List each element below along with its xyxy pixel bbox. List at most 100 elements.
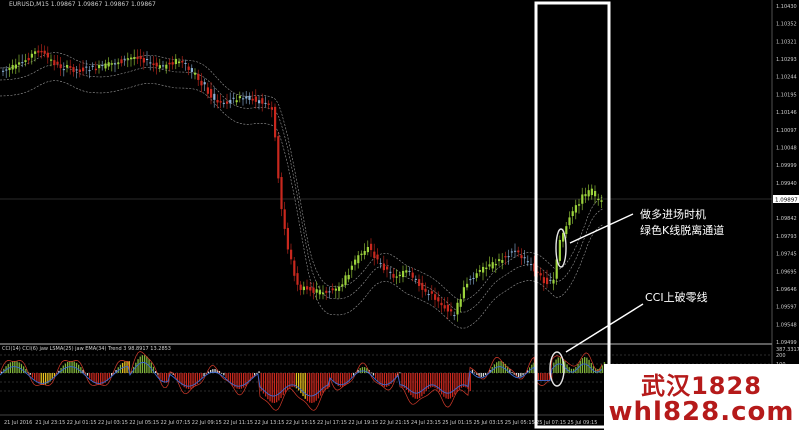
candle-body: [8, 67, 11, 71]
cci-bar: [421, 373, 423, 397]
candle-body: [411, 272, 414, 278]
candle-body: [24, 60, 27, 62]
time-tick-label: 22 Jul 05:15: [129, 420, 159, 426]
candle-body: [130, 57, 133, 60]
candle-body: [245, 96, 248, 99]
candle-body: [178, 61, 181, 64]
cci-bar: [322, 373, 324, 393]
candle-body: [152, 63, 155, 66]
candle-body: [94, 68, 97, 71]
cci-bar: [223, 373, 225, 376]
cci-bar: [177, 373, 179, 381]
candle-body: [104, 63, 107, 69]
time-tick-label: 24 Jul 23:15: [411, 420, 441, 426]
candle-body: [370, 243, 373, 251]
cci-bar: [320, 373, 322, 396]
cci-bar: [419, 373, 421, 399]
candle-body: [261, 98, 264, 104]
cci-bar: [258, 371, 260, 373]
candle-body: [322, 292, 325, 295]
candle-body: [18, 62, 21, 65]
candle-body: [229, 99, 232, 104]
candle-body: [546, 277, 549, 285]
time-tick-label: 25 Jul 09:15: [567, 420, 597, 426]
cci-bar: [456, 373, 458, 392]
candle-body: [203, 82, 206, 85]
cci-bar: [313, 373, 315, 403]
candle-body: [235, 100, 238, 103]
candle-body: [462, 287, 465, 299]
cci-bar: [375, 373, 377, 379]
cci-bar: [511, 372, 513, 373]
cci-bar: [559, 357, 562, 373]
cci-bar: [221, 372, 223, 374]
cci-bar: [518, 373, 520, 377]
candle-body: [91, 65, 94, 67]
cci-note: CCI上破零线: [645, 291, 708, 304]
cci-bar: [179, 373, 181, 383]
candle-body: [72, 67, 75, 72]
cci-bar: [304, 373, 306, 399]
candle-body: [219, 101, 222, 103]
cci-bar: [139, 356, 141, 373]
time-tick-label: 25 Jul 05:15: [505, 420, 535, 426]
candle-body: [338, 286, 341, 291]
candle-body: [11, 65, 14, 70]
candle-body: [344, 275, 347, 286]
candle-body: [549, 279, 552, 281]
cci-bar: [443, 373, 445, 397]
cci-bar: [203, 373, 205, 377]
candle-body: [405, 270, 408, 273]
cci-bar: [361, 367, 364, 373]
candle-body: [88, 70, 91, 72]
candle-body: [453, 315, 456, 317]
candle-body: [146, 58, 149, 60]
cci-bar: [333, 373, 335, 382]
candle-body: [187, 66, 190, 71]
cci-bar: [412, 373, 414, 398]
candle-body: [37, 50, 40, 53]
candle-body: [197, 73, 200, 80]
candle-body: [216, 99, 219, 103]
cci-bar: [542, 373, 544, 381]
candle-body: [43, 50, 46, 54]
cci-bar: [377, 373, 379, 382]
cci-bar: [399, 372, 401, 374]
candle-body: [469, 279, 472, 281]
price-tick-label: 1.09695: [776, 269, 797, 275]
candle-body: [254, 96, 257, 102]
cci-bar: [137, 359, 139, 373]
cci-bar: [584, 357, 586, 373]
candle-body: [210, 88, 213, 98]
candle-body: [171, 62, 174, 65]
candle-body: [590, 188, 593, 196]
candle-body: [539, 273, 542, 276]
price-tick-label: 1.09597: [776, 305, 797, 311]
candle-body: [408, 270, 411, 272]
cci-bar: [170, 372, 172, 374]
cci-bar: [482, 373, 485, 377]
candle-body: [485, 267, 488, 270]
candle-body: [194, 72, 197, 75]
candle-body: [242, 98, 245, 100]
time-tick-label: 22 Jul 07:15: [161, 420, 191, 426]
cci-bar: [540, 373, 542, 381]
candle-body: [472, 277, 475, 279]
candle-body: [78, 69, 81, 73]
cci-bar: [317, 373, 320, 399]
symbol-info: EURUSD,M15 1.09867 1.09867 1.09867 1.098…: [9, 1, 156, 8]
candle-body: [270, 107, 273, 110]
candle-body: [312, 287, 315, 293]
candle-body: [53, 60, 56, 66]
time-tick-label: 25 Jul 01:15: [442, 420, 472, 426]
price-tick-label: 1.10293: [776, 57, 797, 63]
candle-body: [66, 64, 69, 68]
candle-body: [581, 194, 584, 204]
cci-bar: [573, 368, 575, 373]
candle-body: [434, 294, 437, 300]
candle-body: [107, 62, 110, 67]
cci-bar: [229, 373, 232, 384]
cci-bar: [579, 360, 581, 373]
candle-body: [85, 66, 88, 68]
candle-body: [418, 279, 421, 286]
